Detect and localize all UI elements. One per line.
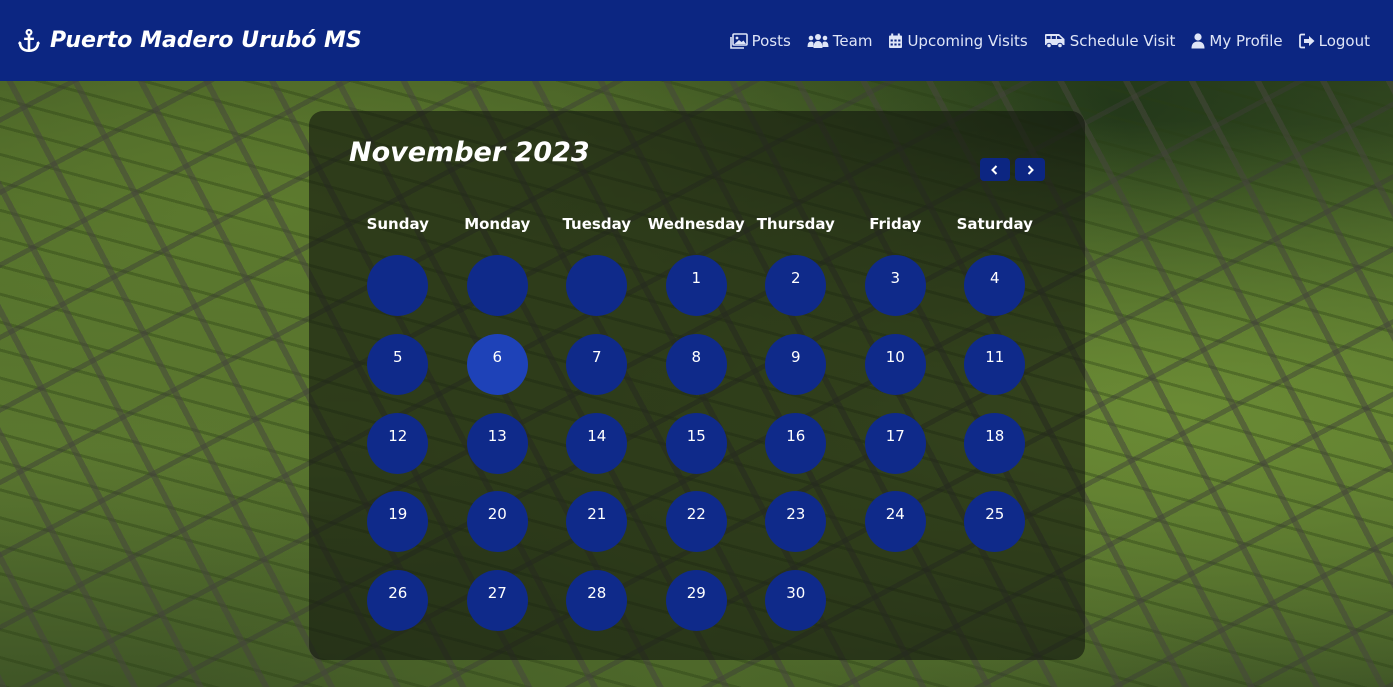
day-cell[interactable]: 21 — [566, 491, 628, 553]
days-grid: 1 2 3 4 5 6 7 8 9 10 11 12 13 14 15 16 17 18 19 20 21 22 23 24 2… — [348, 255, 1045, 649]
day-cell[interactable]: 11 — [964, 333, 1026, 395]
nav-label-my-profile: My Profile — [1209, 31, 1283, 50]
day-cell[interactable]: 10 — [864, 333, 926, 395]
weekday-wednesday: Wednesday — [647, 215, 745, 233]
nav-link-upcoming-visits[interactable]: Upcoming Visits — [888, 31, 1028, 50]
calendar-card: November 2023 Sunday Monday Tuesday Wednesd… — [309, 111, 1085, 660]
day-cell[interactable]: 22 — [665, 491, 727, 553]
day-cell[interactable]: 3 — [864, 255, 926, 316]
next-month-button[interactable] — [1015, 158, 1045, 181]
bus-icon — [1044, 33, 1065, 48]
nav-link-schedule-visit[interactable]: Schedule Visit — [1044, 31, 1176, 50]
weekday-monday: Monday — [464, 215, 531, 233]
weekday-thursday: Thursday — [756, 215, 835, 233]
day-cell[interactable]: 23 — [765, 491, 827, 553]
day-cell[interactable]: 17 — [864, 412, 926, 474]
prev-month-button[interactable] — [980, 158, 1010, 181]
navbar: Puerto Madero Urubó MS Posts Team Upcomi… — [0, 0, 1393, 81]
day-cell[interactable]: 24 — [864, 491, 926, 553]
nav-label-posts: Posts — [751, 31, 791, 50]
empty-day-cell — [466, 255, 528, 316]
day-cell[interactable]: 5 — [367, 333, 429, 395]
day-cell[interactable]: 25 — [964, 491, 1026, 553]
calendar-icon — [889, 33, 903, 48]
nav-link-posts[interactable]: Posts — [729, 31, 791, 50]
empty-day-cell — [367, 255, 429, 316]
day-cell[interactable]: 8 — [665, 333, 727, 395]
weekday-saturday: Saturday — [956, 215, 1033, 233]
day-cell[interactable]: 30 — [765, 570, 827, 632]
day-cell[interactable]: 20 — [466, 491, 528, 553]
day-cell[interactable]: 29 — [665, 570, 727, 632]
day-cell[interactable]: 26 — [367, 570, 429, 632]
chevron-left-icon — [991, 164, 998, 175]
nav-label-team: Team — [832, 31, 873, 50]
nav-links: Posts Team Upcoming Visits Schedule Visi… — [714, 32, 1370, 50]
weekday-friday: Friday — [869, 215, 922, 233]
nav-link-my-profile[interactable]: My Profile — [1191, 31, 1283, 50]
weekday-sunday: Sunday — [366, 215, 429, 233]
chevron-right-icon — [1027, 164, 1034, 175]
day-cell[interactable]: 7 — [566, 333, 628, 395]
day-cell[interactable]: 1 — [665, 255, 727, 316]
day-cell[interactable]: 19 — [367, 491, 429, 553]
nav-label-schedule-visit: Schedule Visit — [1069, 31, 1176, 50]
nav-label-upcoming-visits: Upcoming Visits — [907, 31, 1028, 50]
nav-link-team[interactable]: Team — [807, 31, 873, 50]
day-cell[interactable]: 28 — [566, 570, 628, 632]
day-cell[interactable]: 15 — [665, 412, 727, 474]
day-cell[interactable]: 18 — [964, 412, 1026, 474]
day-cell[interactable]: 14 — [566, 412, 628, 474]
images-icon — [729, 32, 748, 49]
nav-link-logout[interactable]: Logout — [1298, 31, 1370, 50]
empty-day-cell — [566, 255, 628, 316]
month-title: November 2023 — [349, 137, 590, 168]
day-cell[interactable]: 4 — [964, 255, 1026, 316]
user-icon — [1191, 32, 1205, 48]
brand-title: Puerto Madero Urubó MS — [50, 28, 362, 53]
weekday-header-row: Sunday Monday Tuesday Wednesday Thursday Frid… — [348, 215, 1045, 233]
weekday-tuesday: Tuesday — [562, 215, 632, 233]
day-cell[interactable]: 9 — [765, 333, 827, 395]
brand-link[interactable]: Puerto Madero Urubó MS — [16, 28, 362, 54]
day-cell[interactable]: 12 — [367, 412, 429, 474]
logout-icon — [1298, 33, 1315, 48]
nav-label-logout: Logout — [1318, 31, 1370, 50]
users-icon — [807, 33, 829, 48]
day-cell[interactable]: 2 — [765, 255, 827, 316]
anchor-icon — [17, 28, 41, 52]
day-cell-selected[interactable]: 6 — [466, 333, 528, 395]
day-cell[interactable]: 13 — [466, 412, 528, 474]
day-cell[interactable]: 27 — [466, 570, 528, 632]
day-cell[interactable]: 16 — [765, 412, 827, 474]
